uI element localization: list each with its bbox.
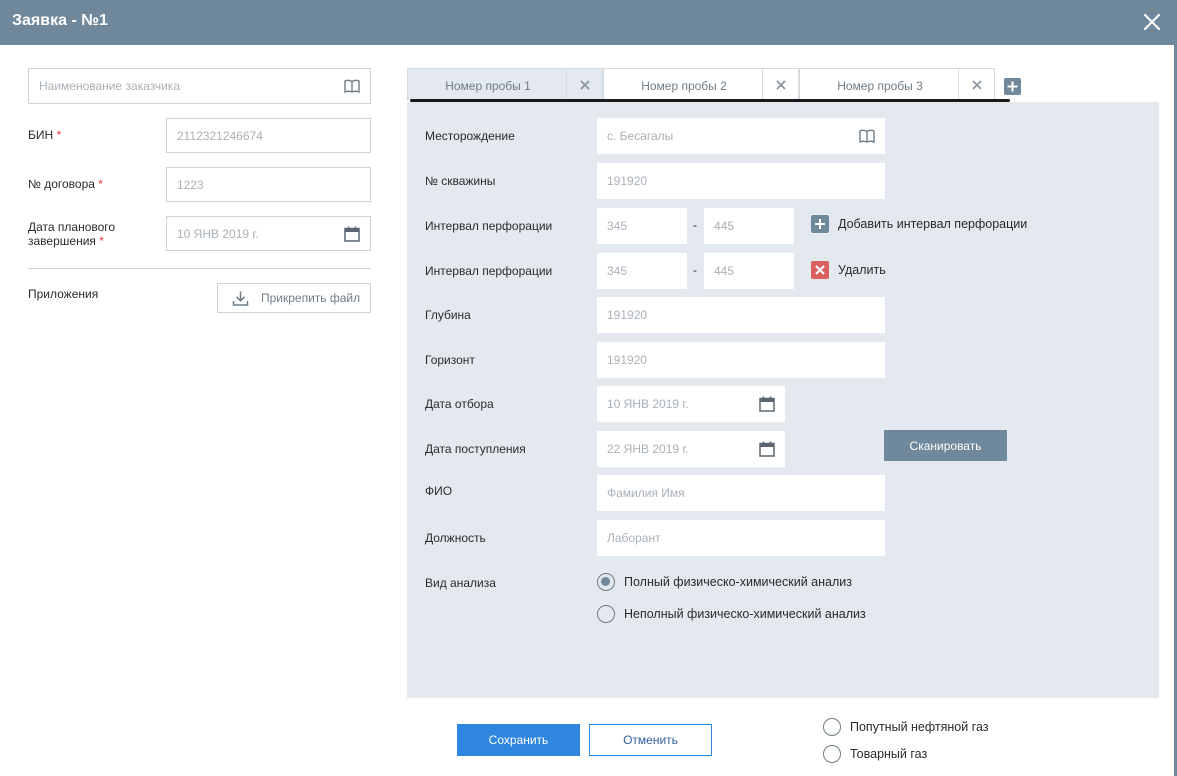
planned-date-label: Дата планового завершения * [28, 220, 116, 248]
perf1-to-input[interactable]: 445 [704, 208, 794, 244]
perf1-label: Интервал перфорации [425, 219, 553, 233]
close-icon[interactable] [1141, 11, 1163, 33]
well-label: № скважины [425, 174, 496, 188]
window-title: Заявка - №1 [12, 12, 108, 29]
required-mark: * [56, 128, 62, 142]
bin-input[interactable]: 2112321246674 [166, 118, 371, 153]
save-button[interactable]: Сохранить [457, 724, 580, 756]
horizon-label: Горизонт [425, 353, 475, 367]
well-input[interactable]: 191920 [597, 163, 885, 199]
download-icon [232, 291, 249, 306]
bin-label: БИН * [28, 128, 62, 142]
position-input[interactable]: Лаборант [597, 520, 885, 556]
radio-partial-analysis[interactable] [597, 605, 615, 623]
close-icon [579, 80, 590, 90]
radio-commercial-gas[interactable] [823, 745, 841, 763]
radio-full-analysis[interactable] [597, 573, 615, 591]
required-mark: * [99, 234, 104, 248]
add-interval-button[interactable] [811, 215, 829, 233]
commercial-gas-label[interactable]: Товарный газ [850, 747, 927, 761]
attach-file-button[interactable]: Прикрепить файл [217, 283, 371, 313]
calendar-icon[interactable] [343, 225, 361, 243]
perf2-from-input[interactable]: 345 [597, 253, 687, 289]
close-icon [815, 265, 825, 275]
customer-input[interactable]: Наименование заказчика [28, 68, 371, 104]
required-mark: * [98, 177, 103, 191]
tab-close-button[interactable] [566, 69, 602, 101]
calendar-icon[interactable] [758, 440, 776, 458]
delete-interval-button[interactable] [811, 261, 829, 279]
delete-interval-link[interactable]: Удалить [838, 263, 886, 277]
associated-gas-label[interactable]: Попутный нефтяной газ [850, 720, 989, 734]
horizon-input[interactable]: 191920 [597, 342, 885, 378]
fio-label: ФИО [425, 484, 453, 498]
close-icon [971, 80, 982, 90]
tab-close-button[interactable] [958, 69, 994, 101]
perf1-from-input[interactable]: 345 [597, 208, 687, 244]
depth-input[interactable]: 191920 [597, 297, 885, 333]
book-icon[interactable] [858, 127, 876, 145]
fio-input[interactable]: Фамилия Имя [597, 475, 885, 511]
tab-close-button[interactable] [762, 69, 798, 101]
calendar-icon[interactable] [758, 395, 776, 413]
left-divider [28, 268, 371, 269]
tab-sample-3[interactable]: Номер пробы 3 [799, 68, 995, 101]
sample-date-label: Дата отбора [425, 397, 494, 411]
receipt-date-input[interactable]: 22 ЯНВ 2019 г. [597, 431, 785, 467]
close-icon [775, 80, 786, 90]
title-bar: Заявка - №1 [0, 0, 1177, 45]
book-icon[interactable] [343, 77, 361, 95]
plus-icon [1007, 81, 1018, 92]
field-input[interactable]: с. Бесагалы [597, 118, 885, 154]
contract-label: № договора * [28, 177, 103, 191]
field-label: Месторождение [425, 129, 515, 143]
radio-associated-gas[interactable] [823, 718, 841, 736]
tab-sample-2[interactable]: Номер пробы 2 [603, 68, 799, 101]
full-analysis-label[interactable]: Полный физическо-химический анализ [624, 575, 852, 589]
depth-label: Глубина [425, 308, 471, 322]
receipt-date-label: Дата поступления [425, 442, 526, 456]
add-tab-button[interactable] [1004, 78, 1021, 95]
tab-label: Номер пробы 3 [837, 79, 923, 93]
scan-button[interactable]: Сканировать [884, 430, 1007, 461]
planned-date-input[interactable]: 10 ЯНВ 2019 г. [166, 216, 371, 251]
customer-placeholder: Наименование заказчика [39, 79, 180, 93]
tab-sample-1[interactable]: Номер пробы 1 [407, 68, 603, 101]
contract-input[interactable]: 1223 [166, 167, 371, 202]
sample-date-input[interactable]: 10 ЯНВ 2019 г. [597, 386, 785, 422]
perf2-to-input[interactable]: 445 [704, 253, 794, 289]
partial-analysis-label[interactable]: Неполный физическо-химический анализ [624, 607, 866, 621]
add-interval-link[interactable]: Добавить интервал перфорации [838, 217, 1027, 231]
perf1-separator: - [693, 218, 697, 232]
perf2-separator: - [693, 263, 697, 277]
cancel-button[interactable]: Отменить [589, 724, 712, 756]
plus-icon [815, 219, 825, 229]
position-label: Должность [425, 531, 486, 545]
tab-label: Номер пробы 1 [445, 79, 531, 93]
perf2-label: Интервал перфорации [425, 264, 553, 278]
analysis-label: Вид анализа [425, 576, 496, 590]
attachments-label: Приложения [28, 287, 99, 301]
tab-label: Номер пробы 2 [641, 79, 727, 93]
